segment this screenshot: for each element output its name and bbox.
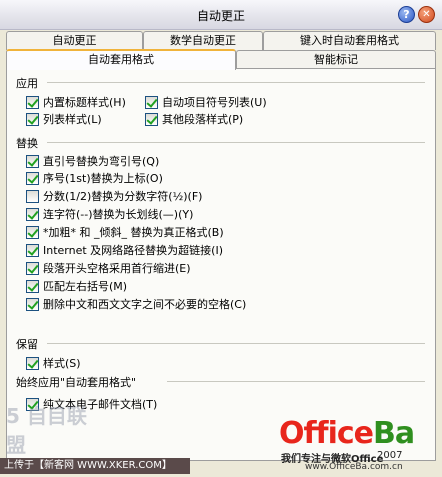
- opt-auto-bulleted-lists[interactable]: 自动项目符号列表(U): [145, 94, 267, 110]
- close-button[interactable]: ✕: [418, 6, 435, 23]
- option-label: 其他段落样式(P): [162, 113, 244, 126]
- option-label: 连字符(--)替换为长划线(—)(Y): [43, 208, 194, 221]
- opt-preserve-styles[interactable]: 样式(S): [26, 355, 81, 371]
- watermark-left: 5 自目联盟: [6, 404, 87, 457]
- checkbox[interactable]: [26, 261, 39, 275]
- opt-match-parentheses[interactable]: 匹配左右括号(M): [26, 278, 127, 294]
- option-label: Internet 及网络路径替换为超链接(I): [43, 244, 224, 257]
- tab-math-autocorrect[interactable]: 数学自动更正: [143, 31, 263, 50]
- checkbox[interactable]: [26, 171, 39, 185]
- option-label: 匹配左右括号(M): [43, 280, 128, 293]
- opt-other-paragraph-styles[interactable]: 其他段落样式(P): [145, 111, 243, 127]
- option-label: 序号(1st)替换为上标(O): [43, 172, 163, 185]
- checkbox[interactable]: [26, 225, 39, 239]
- opt-list-styles[interactable]: 列表样式(L): [26, 111, 102, 127]
- tab-autocorrect[interactable]: 自动更正: [6, 31, 143, 50]
- tab-smart-tags[interactable]: 智能标记: [236, 50, 436, 69]
- help-icon: ?: [403, 8, 410, 21]
- opt-fractions[interactable]: 分数(1/2)替换为分数字符(½)(F): [26, 188, 202, 204]
- opt-first-line-indent[interactable]: 段落开头空格采用首行缩进(E): [26, 260, 191, 276]
- option-label: 样式(S): [43, 357, 81, 370]
- option-label: 自动项目符号列表(U): [162, 96, 267, 109]
- checkbox[interactable]: [145, 95, 158, 109]
- checkbox[interactable]: [26, 154, 39, 168]
- preserve-heading: 保留: [16, 338, 38, 351]
- tab-autoformat-as-you-type[interactable]: 键入时自动套用格式: [263, 31, 436, 50]
- apply-divider: [47, 82, 425, 83]
- replace-heading: 替换: [16, 137, 38, 150]
- always-apply-heading: 始终应用"自动套用格式": [16, 376, 137, 389]
- opt-remove-extra-spaces[interactable]: 删除中文和西文文字之间不必要的空格(C): [26, 296, 246, 312]
- checkbox[interactable]: [26, 95, 39, 109]
- option-label: 删除中文和西文文字之间不必要的空格(C): [43, 298, 247, 311]
- help-button[interactable]: ?: [398, 6, 415, 23]
- logo-wordmark: OfficeBa: [279, 416, 415, 451]
- opt-smart-quotes[interactable]: 直引号替换为弯引号(Q): [26, 153, 159, 169]
- autocorrect-dialog: 自动更正 ? ✕ 自动更正 数学自动更正 键入时自动套用格式 自动套用格式 智能…: [0, 0, 442, 477]
- opt-hyphens-dashes[interactable]: 连字符(--)替换为长划线(—)(Y): [26, 206, 193, 222]
- preserve-divider: [47, 343, 425, 344]
- window-title: 自动更正: [196, 9, 245, 23]
- logo-part1: Office: [279, 416, 374, 451]
- logo-part2: Ba: [373, 416, 415, 451]
- title-bar: 自动更正 ? ✕: [0, 0, 442, 30]
- logo-year: 2007: [377, 450, 403, 461]
- opt-bold-italic-formatting[interactable]: *加粗* 和 _倾斜_ 替换为真正格式(B): [26, 224, 224, 240]
- checkbox[interactable]: [26, 189, 39, 203]
- option-label: *加粗* 和 _倾斜_ 替换为真正格式(B): [43, 226, 224, 239]
- checkbox[interactable]: [26, 243, 39, 257]
- checkbox[interactable]: [26, 297, 39, 311]
- checkbox[interactable]: [26, 207, 39, 221]
- apply-heading: 应用: [16, 77, 38, 90]
- opt-internet-hyperlinks[interactable]: Internet 及网络路径替换为超链接(I): [26, 242, 223, 258]
- option-label: 内置标题样式(H): [43, 96, 126, 109]
- option-label: 列表样式(L): [43, 113, 102, 126]
- opt-builtin-heading-styles[interactable]: 内置标题样式(H): [26, 94, 126, 110]
- always-apply-divider: [167, 381, 425, 382]
- tab-autoformat[interactable]: 自动套用格式: [6, 49, 236, 70]
- upload-banner: 上传于【新客网 WWW.XKER.COM】: [0, 458, 190, 474]
- replace-divider: [47, 142, 425, 143]
- checkbox[interactable]: [145, 112, 158, 126]
- close-icon: ✕: [422, 9, 431, 20]
- opt-ordinals-superscript[interactable]: 序号(1st)替换为上标(O): [26, 170, 163, 186]
- checkbox[interactable]: [26, 279, 39, 293]
- option-label: 分数(1/2)替换为分数字符(½)(F): [43, 190, 203, 203]
- logo-url: www.OfficeBa.com.cn: [305, 462, 403, 472]
- checkbox[interactable]: [26, 112, 39, 126]
- option-label: 直引号替换为弯引号(Q): [43, 155, 160, 168]
- checkbox[interactable]: [26, 356, 39, 370]
- option-label: 段落开头空格采用首行缩进(E): [43, 262, 191, 275]
- officeba-logo: OfficeBa 我们专注与微软Office 2007 www.OfficeBa…: [275, 416, 441, 474]
